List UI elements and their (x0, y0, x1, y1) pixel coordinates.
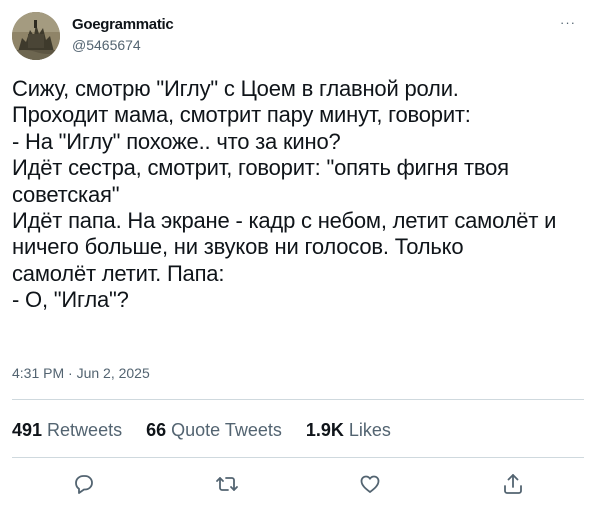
tweet-line: Идёт папа. На экране - кадр с небом, лет… (12, 208, 557, 234)
more-options-icon[interactable]: ··· (556, 12, 580, 32)
tweet-header: Goegrammatic @5465674 ··· (12, 12, 584, 60)
tweet-line: - На "Иглу" похоже.. что за кино? (12, 128, 341, 154)
tweet-actions (12, 466, 584, 502)
divider (12, 399, 584, 400)
tweet-timestamp: 4:31 PM · Jun 2, 2025 (12, 365, 150, 381)
likes-count: 1.9K (305, 420, 344, 440)
retweet-button[interactable] (209, 466, 245, 502)
retweets-label: Retweets (47, 420, 123, 440)
tweet-line: Проходит мама, смотрит пару минут, говор… (12, 102, 471, 128)
tweet-line: советская" (12, 181, 120, 207)
quote-tweets-label: Quote Tweets (171, 420, 282, 440)
likes-stat[interactable]: 1.9K Likes (306, 420, 391, 441)
retweet-icon (215, 477, 238, 491)
like-icon (360, 475, 379, 493)
tweet-line: самолёт летит. Папа: (12, 260, 225, 286)
tweet-line: Идёт сестра, смотрит, говорит: "опять фи… (12, 155, 509, 181)
user-handle[interactable]: @5465674 (72, 36, 173, 54)
reply-button[interactable] (66, 466, 102, 502)
share-icon (503, 474, 522, 494)
share-button[interactable] (495, 466, 531, 502)
tweet-stats: 491 Retweets 66 Quote Tweets 1.9K Likes (12, 420, 415, 441)
reply-icon (74, 475, 93, 494)
like-button[interactable] (352, 466, 388, 502)
tweet-line: - О, "Игла"? (12, 287, 129, 313)
author-names: Goegrammatic @5465674 (72, 16, 174, 54)
tweet-line: Сижу, смотрю "Иглу" с Цоем в главной рол… (12, 76, 459, 101)
tweet-text: Сижу, смотрю "Иглу" с Цоем в главной рол… (12, 76, 588, 314)
castle-painting-avatar-icon (12, 12, 60, 60)
divider (12, 457, 584, 458)
quote-tweets-count: 66 (146, 420, 167, 440)
display-name[interactable]: Goegrammatic (72, 16, 174, 34)
quote-tweets-stat[interactable]: 66 Quote Tweets (146, 420, 282, 441)
likes-label: Likes (348, 420, 391, 440)
retweets-stat[interactable]: 491 Retweets (12, 420, 122, 441)
retweets-count: 491 (12, 420, 43, 440)
avatar[interactable] (12, 12, 60, 60)
tweet-line: ничего больше, ни звуков ни голосов. Тол… (12, 234, 464, 260)
timestamp-link[interactable]: 4:31 PM · Jun 2, 2025 (12, 365, 150, 381)
